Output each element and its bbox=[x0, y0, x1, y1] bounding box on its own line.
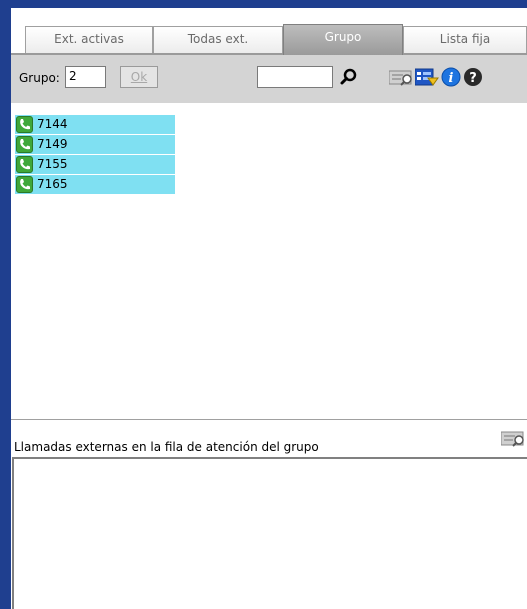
phone-icon bbox=[16, 116, 33, 133]
toolbar: Grupo: 2 Ok i ? bbox=[11, 55, 527, 103]
window-top-frame bbox=[0, 0, 527, 8]
phone-icon bbox=[16, 156, 33, 173]
phone-icon bbox=[16, 136, 33, 153]
view-options-icon[interactable] bbox=[415, 67, 439, 87]
list-item[interactable]: 7144 bbox=[15, 115, 175, 134]
svg-text:i: i bbox=[449, 71, 454, 86]
search-input[interactable] bbox=[257, 66, 333, 88]
section-divider bbox=[11, 419, 527, 420]
queue-list[interactable] bbox=[12, 457, 527, 609]
help-icon[interactable]: ? bbox=[463, 67, 483, 87]
phone-icon bbox=[16, 176, 33, 193]
extension-number: 7149 bbox=[37, 137, 68, 151]
group-label: Grupo: bbox=[19, 71, 60, 85]
extension-number: 7165 bbox=[37, 177, 68, 191]
queue-title: Llamadas externas en la fila de atención… bbox=[14, 440, 319, 454]
tab-grupo[interactable]: Grupo bbox=[283, 24, 403, 55]
search-list-icon[interactable] bbox=[389, 67, 415, 87]
extension-number: 7155 bbox=[37, 157, 68, 171]
tab-lista-fija[interactable]: Lista fija bbox=[403, 26, 527, 53]
list-item[interactable]: 7165 bbox=[15, 175, 175, 194]
tab-bar: Ext. activas Todas ext. Grupo Lista fija bbox=[11, 8, 527, 61]
tab-ext-activas[interactable]: Ext. activas bbox=[25, 26, 153, 53]
group-input[interactable]: 2 bbox=[65, 66, 106, 88]
window-left-frame bbox=[0, 0, 11, 609]
tab-todas-ext[interactable]: Todas ext. bbox=[153, 26, 283, 53]
ok-button[interactable]: Ok bbox=[120, 66, 158, 88]
extension-list: 7144 7149 7155 7165 bbox=[15, 115, 175, 195]
queue-search-list-icon[interactable] bbox=[501, 428, 527, 448]
list-item[interactable]: 7155 bbox=[15, 155, 175, 174]
list-item[interactable]: 7149 bbox=[15, 135, 175, 154]
svg-text:?: ? bbox=[469, 71, 477, 86]
extension-number: 7144 bbox=[37, 117, 68, 131]
search-icon[interactable] bbox=[339, 67, 359, 87]
info-icon[interactable]: i bbox=[441, 67, 461, 87]
extensions-panel: Ext. activas Todas ext. Grupo Lista fija… bbox=[11, 8, 527, 609]
